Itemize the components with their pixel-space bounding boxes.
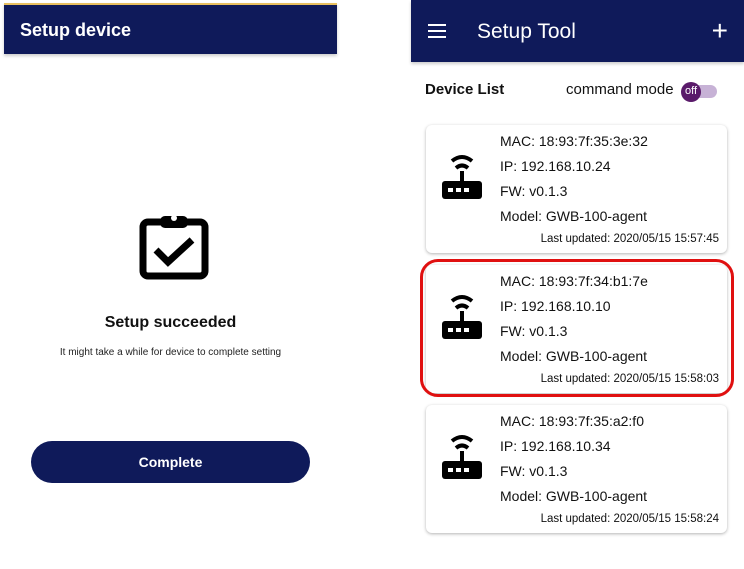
device-fw: FW: v0.1.3 bbox=[500, 183, 568, 199]
setup-tool-screen: Setup Tool + Device List command mode of… bbox=[411, 0, 744, 569]
setup-device-screen: Setup device Setup succeeded It might ta… bbox=[4, 0, 337, 569]
add-device-button[interactable]: + bbox=[712, 15, 728, 47]
status-heading: Setup succeeded bbox=[104, 314, 237, 331]
device-mac: MAC: 18:93:7f:35:3e:32 bbox=[500, 133, 648, 149]
command-mode-toggle[interactable]: off bbox=[681, 82, 717, 102]
selected-device-highlight bbox=[420, 259, 734, 397]
last-updated: Last updated: 2020/05/15 15:58:24 bbox=[540, 513, 719, 525]
command-mode-label: command mode bbox=[566, 81, 674, 98]
screen-title: Setup Tool bbox=[477, 20, 576, 43]
screen-title: Setup device bbox=[20, 20, 132, 40]
device-model: Model: GWB-100-agent bbox=[500, 488, 648, 504]
device-ip: IP: 192.168.10.24 bbox=[500, 158, 611, 174]
device-ip: IP: 192.168.10.34 bbox=[500, 438, 611, 454]
device-list-label: Device List bbox=[425, 81, 505, 98]
device-model: Model: GWB-100-agent bbox=[500, 208, 648, 224]
device-mac: MAC: 18:93:7f:35:a2:f0 bbox=[500, 413, 644, 429]
device-card[interactable]: MAC: 18:93:7f:35:3e:32 IP: 192.168.10.24 F… bbox=[426, 125, 727, 253]
app-bar: Setup device bbox=[4, 3, 337, 54]
complete-button[interactable]: Complete bbox=[31, 441, 310, 483]
router-icon bbox=[440, 431, 484, 486]
last-updated: Last updated: 2020/05/15 15:57:45 bbox=[540, 233, 719, 245]
device-card[interactable]: MAC: 18:93:7f:35:a2:f0 IP: 192.168.10.34 F… bbox=[426, 405, 727, 533]
app-bar: Setup Tool + bbox=[411, 0, 744, 62]
device-fw: FW: v0.1.3 bbox=[500, 463, 568, 479]
status-note: It might take a while for device to comp… bbox=[59, 347, 282, 358]
clipboard-check-icon bbox=[139, 215, 209, 280]
router-icon bbox=[440, 151, 484, 206]
menu-icon[interactable] bbox=[428, 24, 446, 38]
